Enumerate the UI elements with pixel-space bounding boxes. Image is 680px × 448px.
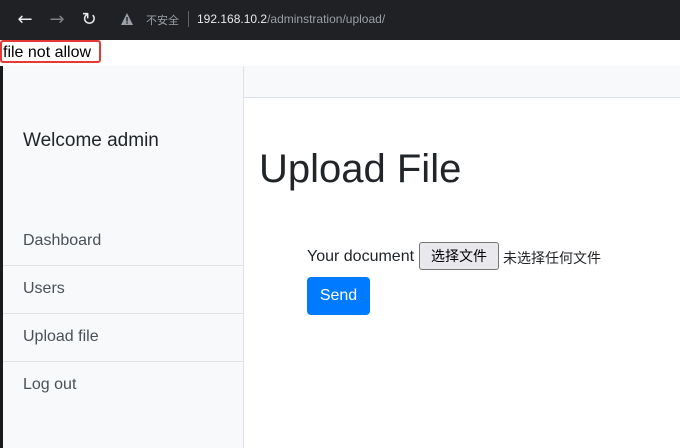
sidebar-item-upload-file[interactable]: Upload file bbox=[3, 314, 243, 362]
send-button[interactable]: Send bbox=[307, 277, 370, 315]
insecure-label[interactable]: 不安全 bbox=[146, 12, 179, 28]
sidebar-item-dashboard[interactable]: Dashboard bbox=[3, 218, 243, 266]
address-separator bbox=[188, 11, 189, 27]
browser-toolbar: ← → ↻ 不安全 192.168.10.2/adminstration/upl… bbox=[0, 0, 680, 40]
sidebar-item-log-out[interactable]: Log out bbox=[3, 362, 243, 410]
warning-icon[interactable] bbox=[120, 11, 134, 27]
sidebar-item-users[interactable]: Users bbox=[3, 266, 243, 314]
top-navbar bbox=[244, 66, 680, 98]
address-bar-url[interactable]: 192.168.10.2/adminstration/upload/ bbox=[197, 12, 385, 26]
error-highlight-box bbox=[0, 40, 101, 63]
welcome-text: Welcome admin bbox=[23, 130, 159, 151]
document-label: Your document bbox=[307, 248, 415, 265]
sidebar-menu: Dashboard Users Upload file Log out bbox=[3, 218, 243, 410]
back-arrow-icon[interactable]: ← bbox=[14, 9, 36, 31]
sidebar: Welcome admin Dashboard Users Upload fil… bbox=[3, 66, 244, 448]
forward-arrow-icon[interactable]: → bbox=[46, 9, 68, 31]
choose-file-button[interactable]: 选择文件 bbox=[419, 242, 499, 270]
file-status-text: 未选择任何文件 bbox=[503, 251, 601, 267]
url-path: /adminstration/upload/ bbox=[267, 12, 386, 26]
reload-icon[interactable]: ↻ bbox=[78, 9, 100, 31]
url-host: 192.168.10.2 bbox=[197, 12, 268, 26]
page-title: Upload File bbox=[259, 147, 462, 191]
